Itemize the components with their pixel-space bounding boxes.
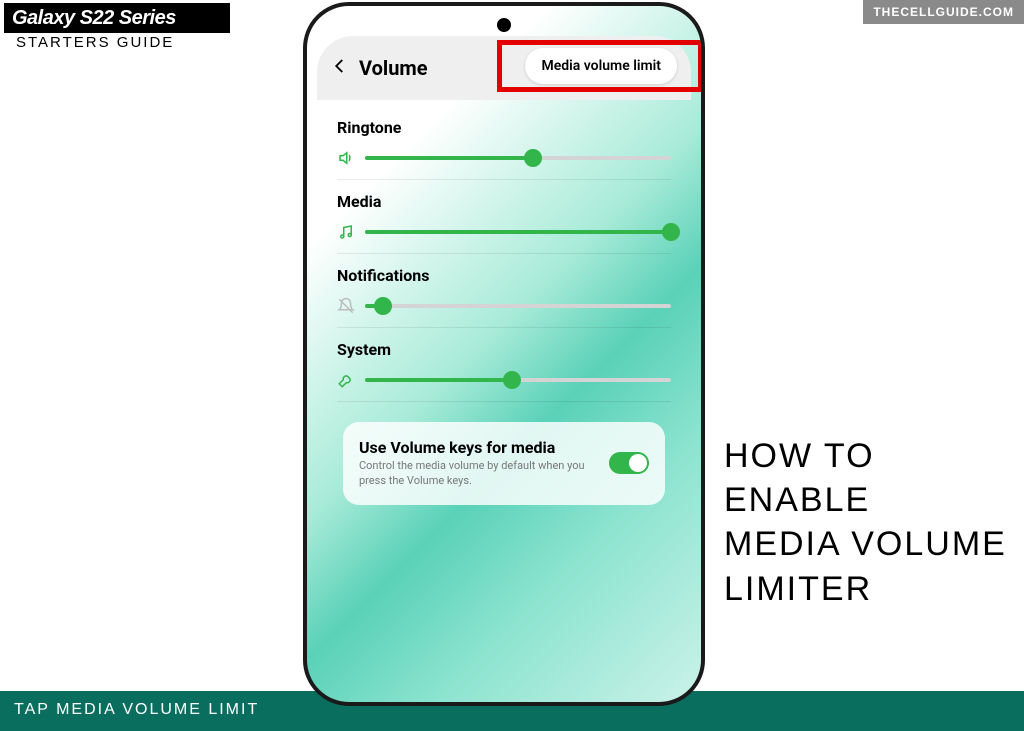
speaker-icon bbox=[337, 149, 355, 167]
notifications-label: Notifications bbox=[337, 266, 671, 285]
ringtone-slider-thumb[interactable] bbox=[524, 149, 542, 167]
system-label: System bbox=[337, 340, 671, 359]
brand-logo: Galaxy S22 Series bbox=[4, 3, 230, 33]
bell-off-icon bbox=[337, 297, 355, 315]
starters-guide-label: STARTERS GUIDE bbox=[16, 34, 174, 51]
toggle-knob bbox=[629, 454, 647, 472]
system-slider[interactable] bbox=[365, 378, 671, 382]
card-subtitle: Control the media volume by default when… bbox=[359, 459, 595, 489]
system-row: System bbox=[337, 328, 671, 402]
settings-list: Ringtone Media bbox=[317, 100, 691, 505]
system-slider-fill bbox=[365, 378, 512, 382]
page-title: Volume bbox=[359, 56, 428, 80]
system-slider-thumb[interactable] bbox=[503, 371, 521, 389]
music-icon bbox=[337, 223, 355, 241]
notifications-slider-thumb[interactable] bbox=[374, 297, 392, 315]
use-volume-keys-card[interactable]: Use Volume keys for media Control the me… bbox=[343, 422, 665, 505]
media-label: Media bbox=[337, 192, 671, 211]
media-volume-limit-button[interactable]: Media volume limit bbox=[525, 48, 677, 84]
notifications-slider[interactable] bbox=[365, 304, 671, 308]
use-volume-keys-toggle[interactable] bbox=[609, 452, 649, 474]
media-slider-thumb[interactable] bbox=[662, 223, 680, 241]
ringtone-row: Ringtone bbox=[337, 106, 671, 180]
notifications-row: Notifications bbox=[337, 254, 671, 328]
chevron-left-icon bbox=[331, 57, 349, 75]
site-watermark: THECELLGUIDE.COM bbox=[863, 0, 1024, 24]
back-button[interactable] bbox=[331, 56, 349, 81]
app-header: Volume Media volume limit bbox=[317, 36, 691, 100]
phone-frame: Volume Media volume limit Ringtone Media bbox=[303, 2, 705, 706]
hero-title: HOW TO ENABLE MEDIA VOLUME LIMITER bbox=[724, 434, 1007, 611]
card-title: Use Volume keys for media bbox=[359, 438, 595, 457]
wrench-icon bbox=[337, 371, 355, 389]
front-camera bbox=[497, 18, 511, 32]
media-slider-fill bbox=[365, 230, 671, 234]
screen: Volume Media volume limit Ringtone Media bbox=[317, 36, 691, 692]
ringtone-label: Ringtone bbox=[337, 118, 671, 137]
media-row: Media bbox=[337, 180, 671, 254]
ringtone-slider-fill bbox=[365, 156, 533, 160]
ringtone-slider[interactable] bbox=[365, 156, 671, 160]
media-slider[interactable] bbox=[365, 230, 671, 234]
